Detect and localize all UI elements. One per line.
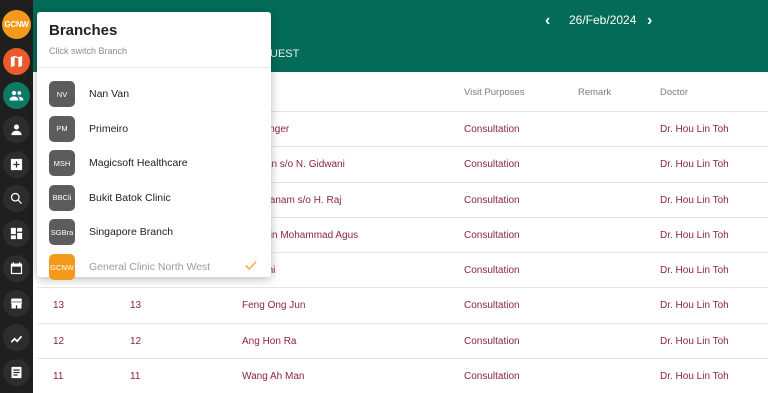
visit-purpose: Consultation [464, 229, 520, 241]
branch-item[interactable]: NV Nan Van [37, 77, 271, 111]
search-nav-button[interactable] [3, 185, 30, 212]
reports-nav-button[interactable] [3, 324, 30, 351]
calendar-icon [10, 262, 23, 275]
search-icon [10, 192, 22, 204]
branch-logo-button[interactable]: GCNW [2, 10, 31, 39]
app-window: GCNW ‹ 26/Feb/2024 › UEST Visit Purposes… [0, 0, 768, 393]
branch-name: General Clinic North West [89, 261, 211, 273]
queue-number: 12 [130, 335, 142, 347]
tab-request[interactable]: UEST [270, 48, 299, 60]
patient-name: Wang Ah Man [242, 371, 305, 383]
branch-avatar: SGBra [49, 219, 75, 246]
doctor-name: Dr. Hou Lin Toh [660, 265, 729, 277]
branch-avatar: GCNW [49, 254, 75, 280]
check-icon [245, 261, 257, 270]
row-number: 13 [53, 300, 65, 312]
branch-item[interactable]: GCNW General Clinic North West [37, 250, 271, 284]
doctor-name: Dr. Hou Lin Toh [660, 229, 729, 241]
visit-purpose: Consultation [464, 300, 520, 312]
doctor-name: Dr. Hou Lin Toh [660, 371, 729, 383]
visit-purpose: Consultation [464, 371, 520, 383]
visit-purpose: Consultation [464, 159, 520, 171]
doctor-name: Dr. Hou Lin Toh [660, 335, 729, 347]
notes-icon [11, 366, 22, 379]
calendar-nav-button[interactable] [3, 255, 30, 282]
doctor-name: Dr. Hou Lin Toh [660, 159, 729, 171]
store-icon [10, 298, 23, 309]
row-number: 11 [53, 371, 64, 383]
notes-nav-button[interactable] [3, 359, 30, 386]
dashboard-nav-button[interactable] [3, 220, 30, 247]
branch-switcher-popup: Branches Click switch Branch NV Nan Van PM… [37, 12, 271, 280]
branch-name: Singapore Branch [89, 226, 174, 239]
branch-name: Bukit Batok Clinic [89, 191, 171, 204]
table-row[interactable]: 11 11 Wang Ah Man Consultation Dr. Hou Lin T… [37, 359, 768, 393]
visit-purpose: Consultation [464, 194, 520, 206]
branch-item[interactable]: PM Primeiro [37, 112, 271, 146]
visit-purpose: Consultation [464, 335, 520, 347]
popup-subtitle: Click switch Branch [49, 46, 128, 56]
table-row[interactable]: 12 12 Ang Hon Ra Consultation Dr. Hou Lin To… [37, 324, 768, 360]
doctor-name: Dr. Hou Lin Toh [660, 300, 729, 312]
next-date-button[interactable]: › [647, 12, 652, 30]
branch-name: Magicsoft Healthcare [89, 157, 188, 170]
doctor-name: Dr. Hou Lin Toh [660, 124, 729, 135]
patient-name: Feng Ong Jun [242, 300, 306, 312]
map-nav-button[interactable] [3, 48, 30, 75]
popup-title: Branches [49, 22, 118, 39]
add-box-icon [10, 158, 23, 171]
queue-number: 11 [130, 371, 141, 383]
branch-avatar: MSH [49, 150, 75, 177]
sidebar: GCNW [0, 0, 33, 393]
trending-up-icon [10, 335, 23, 343]
map-icon [10, 55, 23, 68]
branch-item[interactable]: BBCli Bukit Batok Clinic [37, 181, 271, 215]
branch-avatar: NV [49, 81, 75, 107]
column-remark[interactable]: Remark [578, 87, 611, 98]
visit-purpose: Consultation [464, 124, 520, 135]
add-nav-button[interactable] [3, 151, 30, 178]
current-date: 26/Feb/2024 [569, 13, 637, 27]
row-number: 12 [53, 335, 65, 347]
column-visit-purposes[interactable]: Visit Purposes [464, 87, 525, 98]
people-icon [9, 90, 24, 101]
column-doctor[interactable]: Doctor [660, 87, 688, 98]
patients-nav-button[interactable] [3, 82, 30, 109]
visit-purpose: Consultation [464, 265, 520, 277]
branch-avatar: PM [49, 115, 75, 142]
dashboard-icon [10, 227, 23, 240]
patient-name: Ang Hon Ra [242, 335, 297, 347]
previous-date-button[interactable]: ‹ [545, 12, 550, 30]
store-nav-button[interactable] [3, 290, 30, 317]
person-nav-button[interactable] [3, 116, 30, 143]
doctor-name: Dr. Hou Lin Toh [660, 194, 729, 206]
person-icon [11, 124, 22, 136]
table-row[interactable]: 13 13 Feng Ong Jun Consultation Dr. Hou Lin … [37, 288, 768, 324]
branch-name: Nan Van [89, 88, 130, 100]
queue-number: 13 [130, 300, 142, 312]
divider [37, 67, 271, 68]
branch-name: Primeiro [89, 122, 129, 135]
branch-item[interactable]: SGBra Singapore Branch [37, 215, 271, 249]
branch-avatar: BBCli [49, 184, 75, 211]
branch-item[interactable]: MSH Magicsoft Healthcare [37, 146, 271, 180]
